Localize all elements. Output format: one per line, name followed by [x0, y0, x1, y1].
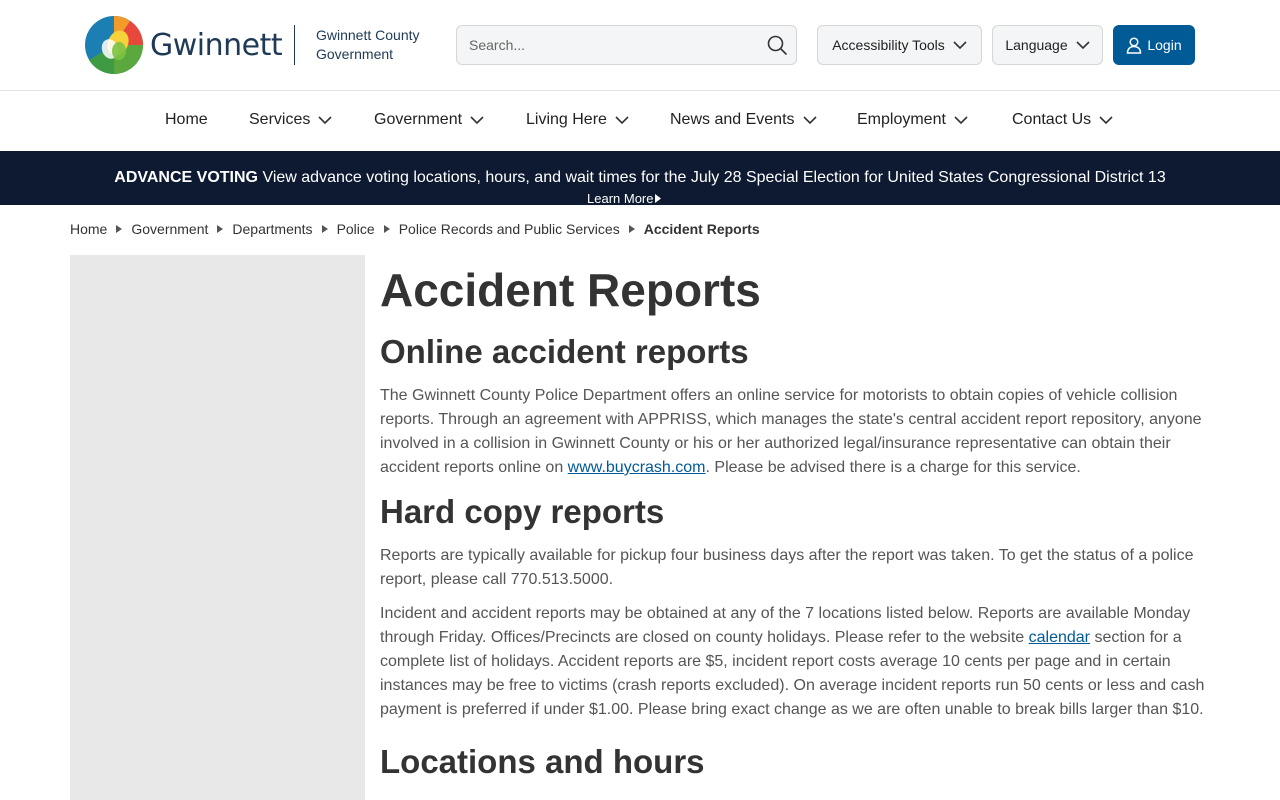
- caret-right-icon: [116, 225, 123, 233]
- caret-right-icon: [383, 225, 390, 233]
- breadcrumb-police[interactable]: Police: [337, 221, 375, 237]
- user-icon: [1127, 36, 1142, 54]
- chevron-down-icon: [953, 40, 967, 49]
- site-logo-link[interactable]: Gwinnett: [84, 15, 283, 75]
- search-icon[interactable]: [766, 34, 788, 56]
- accessibility-tools-button[interactable]: Accessibility Tools: [817, 25, 982, 65]
- hard-copy-paragraph-1: Reports are typically available for pick…: [380, 547, 1194, 588]
- caret-right-icon: [655, 194, 662, 203]
- nav-item-employment[interactable]: Employment: [857, 111, 968, 129]
- chevron-down-icon: [470, 115, 484, 124]
- section-heading-hard-copy: Hard copy reports: [380, 493, 665, 530]
- gwinnett-logo-icon: [85, 16, 143, 75]
- alert-banner: ADVANCE VOTING View advance voting locat…: [0, 151, 1280, 206]
- chevron-down-icon: [318, 115, 332, 124]
- search-input[interactable]: [457, 26, 757, 64]
- nav-item-living-here[interactable]: Living Here: [526, 111, 629, 129]
- page-title: Accident Reports: [380, 264, 761, 316]
- calendar-link[interactable]: calendar: [1029, 629, 1090, 646]
- language-label: Language: [1005, 37, 1068, 53]
- login-label: Login: [1147, 37, 1182, 53]
- breadcrumb-government[interactable]: Government: [131, 221, 208, 237]
- logo-divider: [294, 25, 295, 65]
- chevron-down-icon: [1076, 40, 1090, 49]
- section-heading-locations: Locations and hours: [380, 743, 705, 780]
- nav-item-label: News and Events: [670, 111, 795, 128]
- chevron-down-icon: [615, 115, 629, 124]
- nav-item-label: Contact Us: [1012, 111, 1092, 128]
- section-heading-online: Online accident reports: [380, 333, 749, 370]
- buycrash-link[interactable]: www.buycrash.com: [568, 459, 706, 476]
- logo-subtitle: Gwinnett County Government: [316, 26, 446, 64]
- nav-item-news-and-events[interactable]: News and Events: [670, 111, 817, 129]
- hard-copy-paragraph-2: Incident and accident reports may be obt…: [380, 602, 1210, 722]
- breadcrumb: Home Government Departments Police Polic…: [70, 221, 760, 237]
- login-button[interactable]: Login: [1113, 25, 1195, 65]
- caret-right-icon: [217, 225, 224, 233]
- breadcrumb-departments[interactable]: Departments: [232, 221, 312, 237]
- logo-wordmark: Gwinnett: [150, 27, 283, 63]
- breadcrumb-home[interactable]: Home: [70, 221, 107, 237]
- alert-title: ADVANCE VOTING: [114, 169, 258, 186]
- nav-item-services[interactable]: Services: [249, 111, 332, 129]
- chevron-down-icon: [802, 115, 817, 124]
- chevron-down-icon: [954, 115, 968, 124]
- main-nav: Home Services Government Living Here New…: [0, 91, 1280, 151]
- nav-item-label: Home: [165, 111, 208, 128]
- nav-item-government[interactable]: Government: [374, 111, 484, 129]
- nav-item-label: Living Here: [526, 111, 607, 128]
- site-header: Gwinnett Gwinnett County Government Acce…: [0, 0, 1280, 91]
- online-text-after: . Please be advised there is a charge fo…: [705, 459, 1081, 476]
- breadcrumb-current: Accident Reports: [643, 221, 760, 237]
- breadcrumb-police-records[interactable]: Police Records and Public Services: [399, 221, 620, 237]
- language-button[interactable]: Language: [992, 25, 1103, 65]
- alert-learn-more-link[interactable]: Learn More: [587, 191, 662, 206]
- caret-right-icon: [628, 225, 635, 233]
- alert-learn-more-label: Learn More: [587, 191, 654, 206]
- nav-item-label: Government: [374, 111, 463, 128]
- logo-subtitle-line2: Government: [316, 46, 394, 62]
- alert-message: ADVANCE VOTING View advance voting locat…: [0, 169, 1280, 187]
- logo-subtitle-line1: Gwinnett County: [316, 27, 420, 43]
- alert-text: View advance voting locations, hours, an…: [262, 169, 1166, 186]
- online-paragraph: The Gwinnett County Police Department of…: [380, 384, 1210, 480]
- nav-item-home[interactable]: Home: [165, 111, 208, 129]
- nav-item-contact-us[interactable]: Contact Us: [1012, 111, 1113, 129]
- nav-item-label: Employment: [857, 111, 946, 128]
- sidebar-panel: [70, 255, 365, 800]
- chevron-down-icon: [1099, 115, 1113, 124]
- caret-right-icon: [321, 225, 328, 233]
- accessibility-tools-label: Accessibility Tools: [832, 37, 945, 53]
- main-content: Accident Reports Online accident reports…: [380, 262, 1210, 782]
- search-box: [456, 25, 797, 65]
- nav-item-label: Services: [249, 111, 311, 128]
